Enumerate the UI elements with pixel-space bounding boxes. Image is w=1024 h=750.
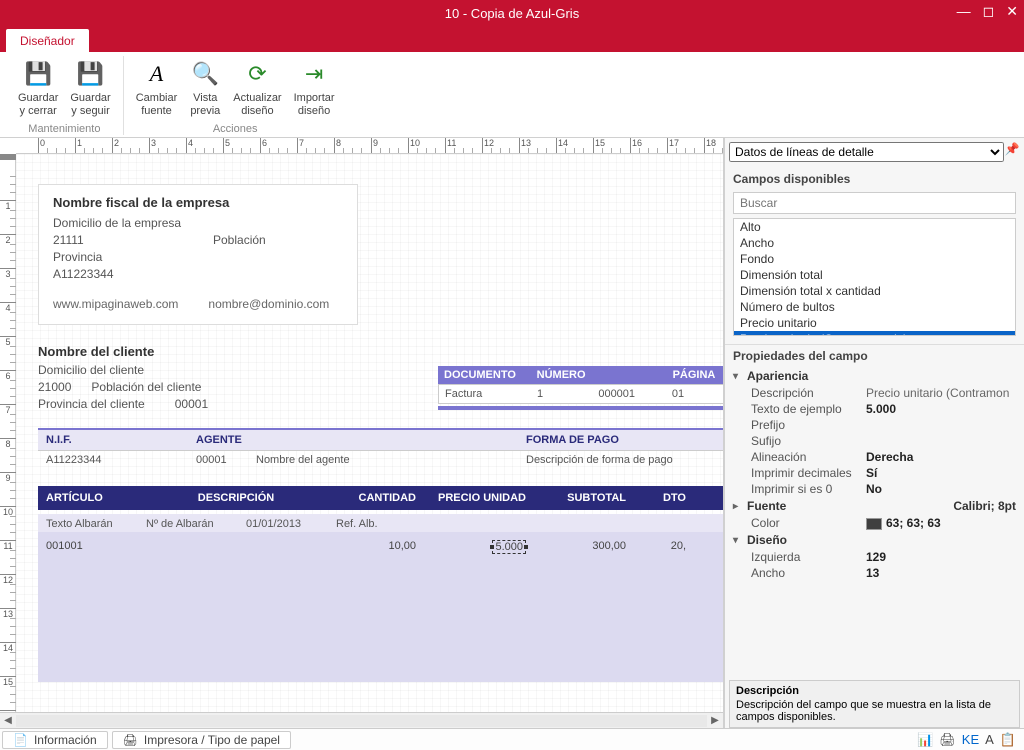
color-swatch (866, 518, 882, 530)
field-search-input[interactable] (733, 192, 1016, 214)
horizontal-ruler: 012345678910111213141516171819 (16, 138, 723, 154)
pin-icon[interactable]: 📌 (1004, 142, 1020, 162)
title-bar: 10 - Copia de Azul-Gris — ◻ ✕ (0, 0, 1024, 26)
font-icon: A (141, 58, 173, 90)
items-meta-row[interactable]: Texto Albarán Nº de Albarán 01/01/2013 R… (38, 514, 723, 534)
status-icon-3[interactable]: KE (962, 732, 979, 748)
status-bar: 📄 Información 🖨 Impresora / Tipo de pape… (0, 728, 1024, 750)
property-description-box: Descripción Descripción del campo que se… (729, 680, 1020, 728)
chevron-right-icon: ▸ (733, 501, 747, 512)
client-province: Provincia del cliente (38, 397, 145, 411)
ribbon-group-maint: Mantenimiento (28, 123, 100, 135)
save-close-icon: 💾 (22, 58, 54, 90)
chevron-down-icon: ▾ (733, 371, 747, 382)
status-icon-4[interactable]: A (985, 732, 994, 748)
company-name: Nombre fiscal de la empresa (53, 195, 343, 210)
docbox-num: 000001 (598, 388, 672, 400)
docbox-head-doc: DOCUMENTO (444, 369, 537, 381)
status-icon-5[interactable]: 📋 (1000, 732, 1016, 748)
company-zip: 21111 (53, 233, 84, 247)
company-taxid: A11223344 (53, 267, 343, 281)
docbox-doc: Factura (445, 388, 537, 400)
import-design-button[interactable]: ⇥ Importar diseño (288, 56, 341, 119)
save-close-button[interactable]: 💾 Guardar y cerrar (12, 56, 64, 119)
items-header: ARTÍCULO DESCRIPCIÓN CANTIDAD PRECIO UNI… (38, 486, 723, 510)
nif-row[interactable]: A11223344 00001 Nombre del agente Descri… (38, 450, 723, 470)
info-icon: 📄 (13, 733, 28, 747)
designer-area: 012345678910111213141516171819 123456789… (0, 138, 724, 728)
client-zip: 21000 (38, 380, 71, 394)
field-item[interactable]: Alto (734, 219, 1015, 235)
properties-grid[interactable]: ▾Apariencia DescripciónPrecio unitario (… (729, 367, 1020, 674)
company-web: www.mipaginaweb.com (53, 297, 178, 311)
minimize-icon[interactable]: — (957, 3, 971, 20)
data-section-select[interactable]: Datos de líneas de detalle (729, 142, 1004, 162)
group-appearance[interactable]: ▾Apariencia (729, 367, 1020, 385)
canvas-viewport[interactable]: Nombre fiscal de la empresa Domicilio de… (16, 154, 723, 712)
docbox-page: 01 (672, 388, 721, 400)
fields-list[interactable]: AltoAnchoFondoDimensión totalDimensión t… (733, 218, 1016, 336)
client-block[interactable]: Nombre del cliente Domicilio del cliente… (38, 344, 208, 414)
properties-panel: Datos de líneas de detalle 📌 Campos disp… (724, 138, 1024, 728)
field-item[interactable]: Dimensión total (734, 267, 1015, 283)
selected-field-price[interactable]: 5.000 (492, 540, 526, 554)
refresh-icon: ⟳ (241, 58, 273, 90)
ribbon-group-actions: Acciones (213, 123, 258, 135)
scroll-left-icon[interactable]: ◀ (0, 715, 16, 726)
field-item[interactable]: Fondo (734, 251, 1015, 267)
status-info-tab[interactable]: 📄 Información (2, 731, 108, 749)
change-font-button[interactable]: A Cambiar fuente (130, 56, 184, 119)
client-city: Población del cliente (91, 380, 201, 394)
ribbon-tabstrip: Diseñador (0, 26, 1024, 52)
field-item[interactable]: Precio unitario (Contramoneda) (734, 331, 1015, 336)
document-box[interactable]: DOCUMENTO NÚMERO PÁGINA Factura 1 000001… (438, 366, 723, 410)
design-canvas[interactable]: Nombre fiscal de la empresa Domicilio de… (38, 166, 723, 712)
company-city: Población (213, 233, 266, 247)
field-item[interactable]: Número de bultos (734, 299, 1015, 315)
preview-button[interactable]: 🔍 Vista previa (183, 56, 227, 119)
company-address: Domicilio de la empresa (53, 216, 343, 230)
group-font[interactable]: ▸FuenteCalibri; 8pt (729, 497, 1020, 515)
field-item[interactable]: Ancho (734, 235, 1015, 251)
maximize-icon[interactable]: ◻ (983, 3, 995, 20)
refresh-design-button[interactable]: ⟳ Actualizar diseño (227, 56, 287, 119)
preview-icon: 🔍 (189, 58, 221, 90)
field-item[interactable]: Dimensión total x cantidad (734, 283, 1015, 299)
printer-icon: 🖨 (123, 733, 138, 747)
vertical-ruler: 12345678910111213141516 (0, 154, 16, 712)
client-address: Domicilio del cliente (38, 363, 208, 377)
client-code: 00001 (175, 397, 208, 411)
ribbon: 💾 Guardar y cerrar 💾 Guardar y seguir Ma… (0, 52, 1024, 138)
field-properties-title: Propiedades del campo (725, 344, 1024, 367)
docbox-ser: 1 (537, 388, 598, 400)
status-icon-2[interactable]: 🖨 (939, 732, 956, 748)
company-province: Provincia (53, 250, 343, 264)
save-continue-button[interactable]: 💾 Guardar y seguir (64, 56, 116, 119)
window-title: 10 - Copia de Azul-Gris (445, 6, 579, 21)
scroll-right-icon[interactable]: ▶ (707, 715, 723, 726)
chevron-down-icon: ▾ (733, 535, 747, 546)
items-data-row[interactable]: 001001 10,00 5.000 300,00 20, (38, 532, 723, 682)
client-name: Nombre del cliente (38, 344, 208, 359)
docbox-head-page: PÁGINA (673, 369, 722, 381)
status-icon-1[interactable]: 📊 (917, 732, 933, 748)
group-design[interactable]: ▾Diseño (729, 531, 1020, 549)
close-icon[interactable]: ✕ (1006, 3, 1018, 20)
docbox-head-num: NÚMERO (537, 369, 599, 381)
field-item[interactable]: Precio unitario (734, 315, 1015, 331)
tab-designer[interactable]: Diseñador (6, 29, 89, 52)
nif-header: N.I.F. AGENTE FORMA DE PAGO (38, 428, 723, 451)
save-continue-icon: 💾 (75, 58, 107, 90)
import-icon: ⇥ (298, 58, 330, 90)
company-email: nombre@dominio.com (208, 297, 329, 311)
horizontal-scrollbar[interactable]: ◀ ▶ (0, 712, 723, 728)
available-fields-title: Campos disponibles (725, 166, 1024, 192)
company-block[interactable]: Nombre fiscal de la empresa Domicilio de… (38, 184, 358, 325)
status-printer-tab[interactable]: 🖨 Impresora / Tipo de papel (112, 731, 291, 749)
